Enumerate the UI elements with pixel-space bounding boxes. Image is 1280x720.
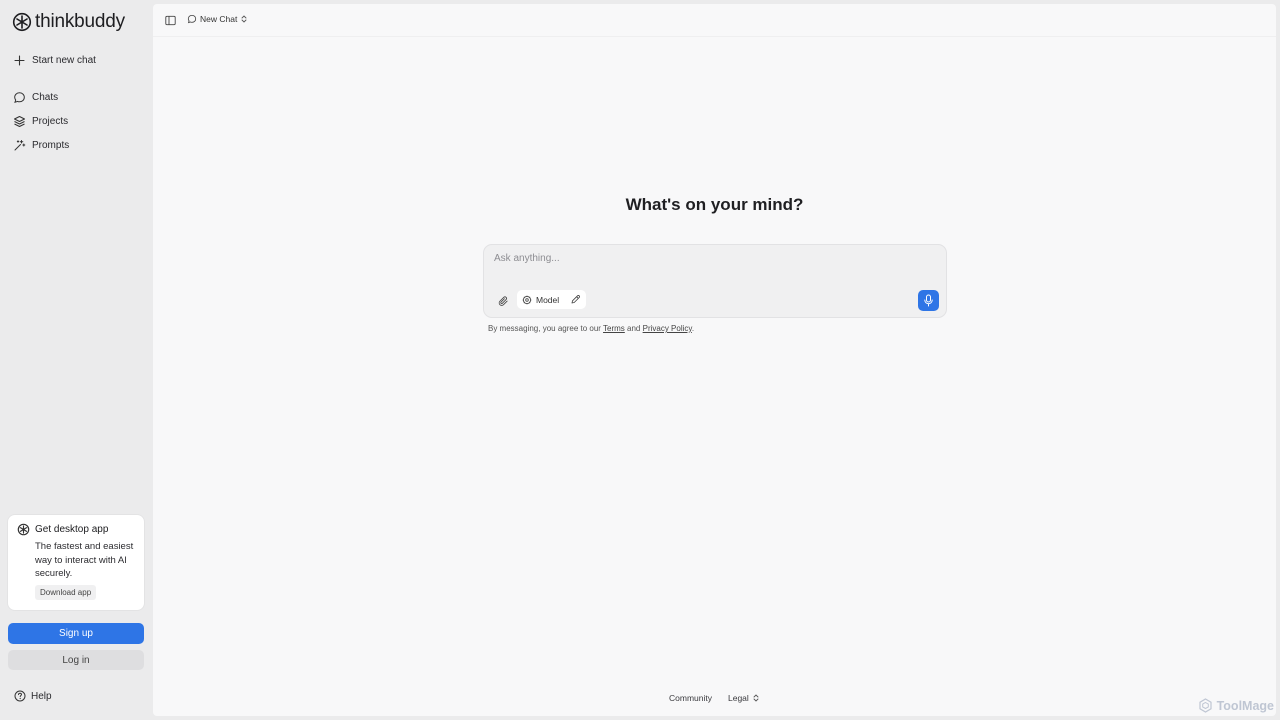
model-gear-icon xyxy=(522,295,532,304)
start-new-chat-label: Start new chat xyxy=(32,54,96,66)
legal-label: Legal xyxy=(727,693,749,703)
voice-input-button[interactable] xyxy=(918,290,939,311)
brand-logo[interactable]: thinkbuddy xyxy=(12,11,125,33)
sidebar: thinkbuddy Start new chat Chats Projects… xyxy=(0,0,152,720)
desktop-app-promo-card: Get desktop app The fastest and easiest … xyxy=(8,515,144,610)
sidebar-item-label: Projects xyxy=(32,115,69,127)
promo-title: Get desktop app xyxy=(35,524,109,535)
terms-disclaimer: By messaging, you agree to our Terms and… xyxy=(488,324,694,333)
privacy-policy-link[interactable]: Privacy Policy xyxy=(643,324,692,333)
plus-icon xyxy=(14,54,25,66)
watermark-text: ToolMage xyxy=(1216,698,1274,713)
sign-up-button[interactable]: Sign up xyxy=(8,623,144,644)
sparkle-wand-icon xyxy=(14,139,26,150)
attach-button[interactable] xyxy=(494,292,512,310)
page-heading: What's on your mind? xyxy=(625,195,804,214)
chevron-up-down-icon xyxy=(241,15,247,23)
legal-dropdown[interactable]: Legal xyxy=(728,693,760,703)
chat-title: New Chat xyxy=(200,14,238,24)
start-new-chat-button[interactable]: Start new chat xyxy=(13,52,96,68)
community-link[interactable]: Community xyxy=(669,693,712,703)
toolmage-logo-icon xyxy=(1198,698,1212,713)
promo-description: The fastest and easiest way to interact … xyxy=(35,541,134,579)
disclaimer-suffix: . xyxy=(691,324,695,333)
sidebar-item-label: Prompts xyxy=(32,139,70,151)
sidebar-item-chats[interactable]: Chats xyxy=(13,89,58,105)
chat-bubble-icon xyxy=(14,91,25,103)
pen-edit-icon[interactable] xyxy=(570,294,581,305)
help-label: Help xyxy=(31,690,52,702)
terms-link[interactable]: Terms xyxy=(603,324,625,333)
thinkbuddy-logo-icon xyxy=(12,12,32,32)
sidebar-toggle-icon[interactable] xyxy=(165,15,176,26)
help-button[interactable]: Help xyxy=(14,690,52,702)
disclaimer-prefix: By messaging, you agree to our xyxy=(488,324,604,333)
main-panel: New Chat What's on your mind? Model By m… xyxy=(153,4,1276,716)
microphone-icon xyxy=(924,294,933,307)
sidebar-item-projects[interactable]: Projects xyxy=(13,113,68,129)
watermark: ToolMage xyxy=(1198,698,1274,713)
disclaimer-and: and xyxy=(624,324,643,333)
chevron-up-down-icon xyxy=(753,694,759,702)
log-in-button[interactable]: Log in xyxy=(8,650,144,670)
download-app-button[interactable]: Download app xyxy=(35,584,97,600)
sidebar-item-label: Chats xyxy=(32,91,59,103)
paperclip-icon xyxy=(498,295,508,306)
chat-title-dropdown[interactable]: New Chat xyxy=(187,14,248,24)
help-circle-icon xyxy=(14,690,26,702)
top-bar: New Chat xyxy=(153,4,1276,37)
sidebar-item-prompts[interactable]: Prompts xyxy=(13,137,69,153)
footer-links: Community Legal xyxy=(669,693,760,703)
brand-name: thinkbuddy xyxy=(35,11,125,32)
layers-icon xyxy=(14,115,25,127)
message-composer: Model xyxy=(483,244,947,318)
thinkbuddy-logo-icon xyxy=(17,523,30,536)
message-input[interactable] xyxy=(494,253,934,264)
model-selector[interactable]: Model xyxy=(517,290,586,309)
model-label: Model xyxy=(536,294,560,305)
chat-bubble-icon xyxy=(187,14,197,24)
